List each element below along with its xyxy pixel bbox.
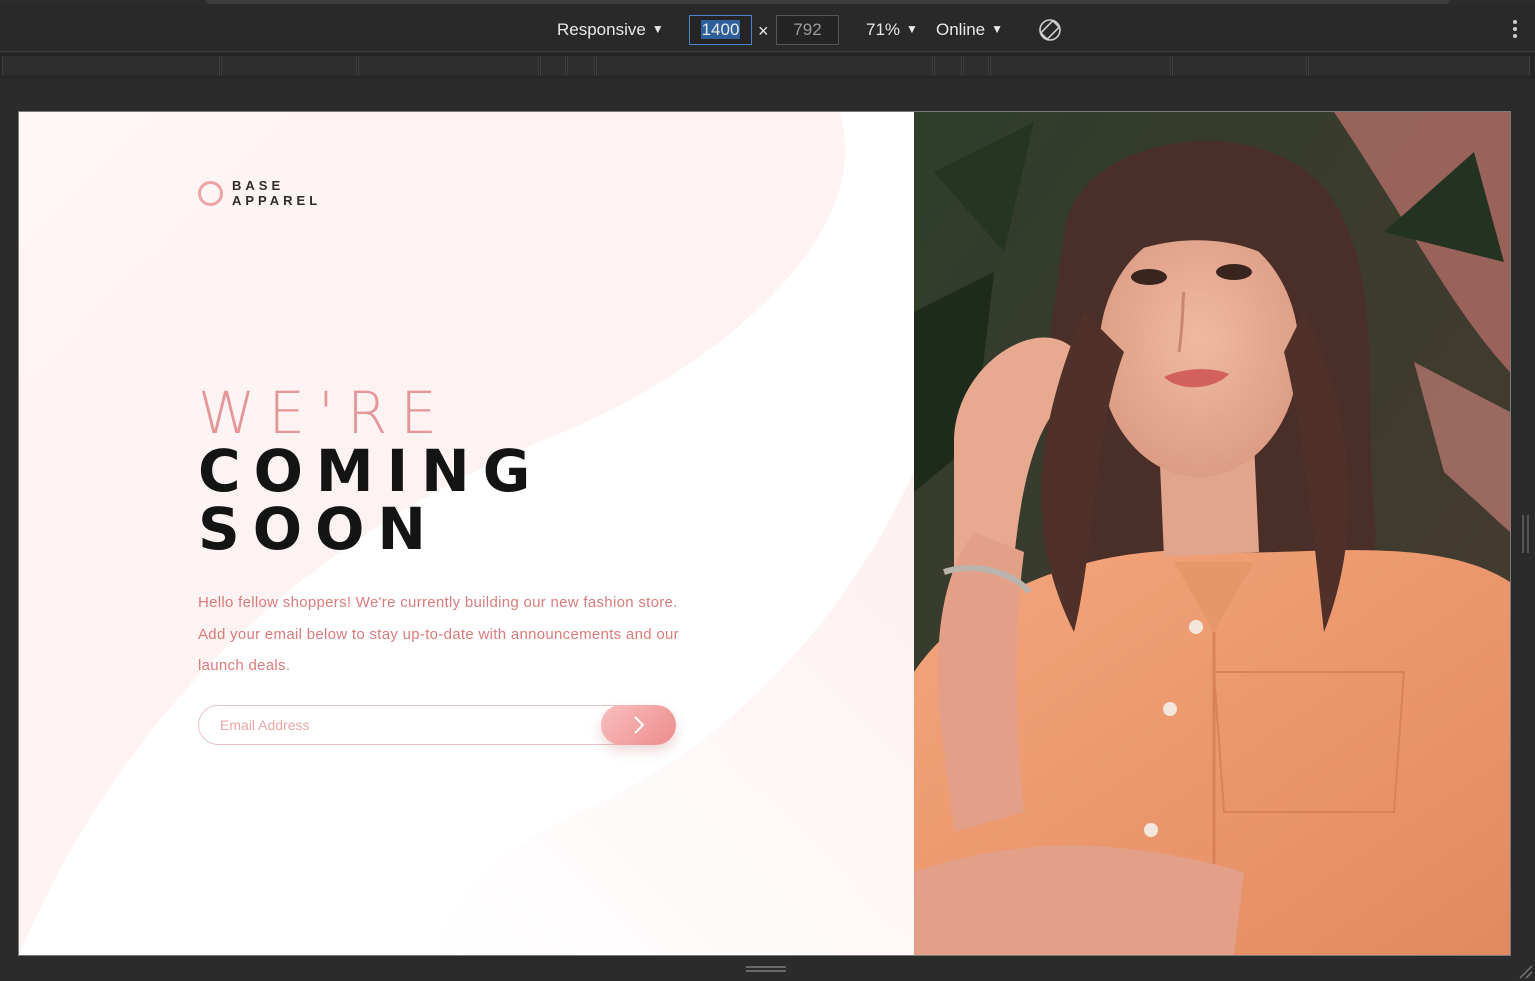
- dropdown-caret-icon: ▼: [906, 22, 918, 36]
- device-toolbar: Responsive ▼ 1400 × 792 71% ▼ Online ▼: [0, 6, 1535, 52]
- logo-line-base: BASE: [232, 178, 285, 193]
- rotate-button[interactable]: [1038, 18, 1062, 42]
- dropdown-caret-icon: ▼: [991, 22, 1004, 36]
- viewport-height-input[interactable]: 792: [776, 15, 839, 45]
- media-query-segment[interactable]: [990, 56, 1171, 76]
- zoom-label: 71%: [866, 20, 901, 39]
- media-query-segment[interactable]: [221, 56, 357, 76]
- hero-image: [914, 112, 1510, 955]
- media-query-segment[interactable]: [934, 56, 962, 76]
- viewport-height-value: 792: [793, 20, 822, 39]
- page-headline: WE'RE COMING SOON: [198, 384, 543, 558]
- viewport-corner-resize-handle[interactable]: [1515, 961, 1533, 979]
- device-mode-dropdown[interactable]: Responsive ▼: [557, 18, 664, 42]
- device-mode-label: Responsive: [557, 20, 646, 39]
- hero-photo-woman: [914, 112, 1510, 955]
- brand-logo[interactable]: BASE APPAREL: [198, 178, 321, 208]
- network-label: Online: [936, 20, 986, 39]
- logo-ring-icon: [198, 180, 223, 206]
- intro-paragraph: Hello fellow shoppers! We're currently b…: [198, 594, 679, 674]
- media-query-segment[interactable]: [358, 56, 539, 76]
- media-query-segment[interactable]: [2, 56, 220, 76]
- viewport-side-resize-handle[interactable]: [1522, 515, 1529, 553]
- headline-line-were: WE'RE: [198, 379, 450, 447]
- media-query-segment[interactable]: [596, 56, 933, 76]
- dropdown-caret-icon: ▼: [651, 22, 664, 36]
- viewport-width-input[interactable]: 1400: [689, 15, 752, 45]
- content-panel: BASE APPAREL WE'RE COMING SOON Hello fel…: [19, 112, 914, 955]
- logo-line-apparel: APPAREL: [232, 193, 322, 208]
- submit-button[interactable]: [601, 705, 676, 745]
- headline-line-soon: SOON: [198, 495, 439, 563]
- media-query-bar: [0, 53, 1535, 79]
- network-throttle-dropdown[interactable]: Online ▼: [936, 18, 1003, 42]
- emulated-viewport: BASE APPAREL WE'RE COMING SOON Hello fel…: [18, 111, 1511, 956]
- top-scrollbar-thumb[interactable]: [205, 0, 1450, 4]
- media-query-segment[interactable]: [1172, 56, 1307, 76]
- dimension-separator: ×: [758, 21, 769, 41]
- viewport-bottom-resize-handle[interactable]: [746, 966, 786, 974]
- media-query-segment[interactable]: [540, 56, 566, 76]
- headline-line-coming: COMING: [198, 437, 544, 505]
- zoom-dropdown[interactable]: 71% ▼: [866, 18, 918, 42]
- more-options-button[interactable]: [1508, 18, 1522, 42]
- media-query-segment[interactable]: [567, 56, 595, 76]
- logo-wordmark: BASE APPAREL: [232, 178, 321, 208]
- media-query-segment[interactable]: [963, 56, 989, 76]
- viewport-width-value: 1400: [700, 20, 741, 39]
- media-query-segment[interactable]: [1308, 56, 1530, 76]
- rotate-icon: [1039, 19, 1061, 41]
- email-signup-form: [198, 705, 677, 746]
- chevron-right-icon: [633, 716, 644, 734]
